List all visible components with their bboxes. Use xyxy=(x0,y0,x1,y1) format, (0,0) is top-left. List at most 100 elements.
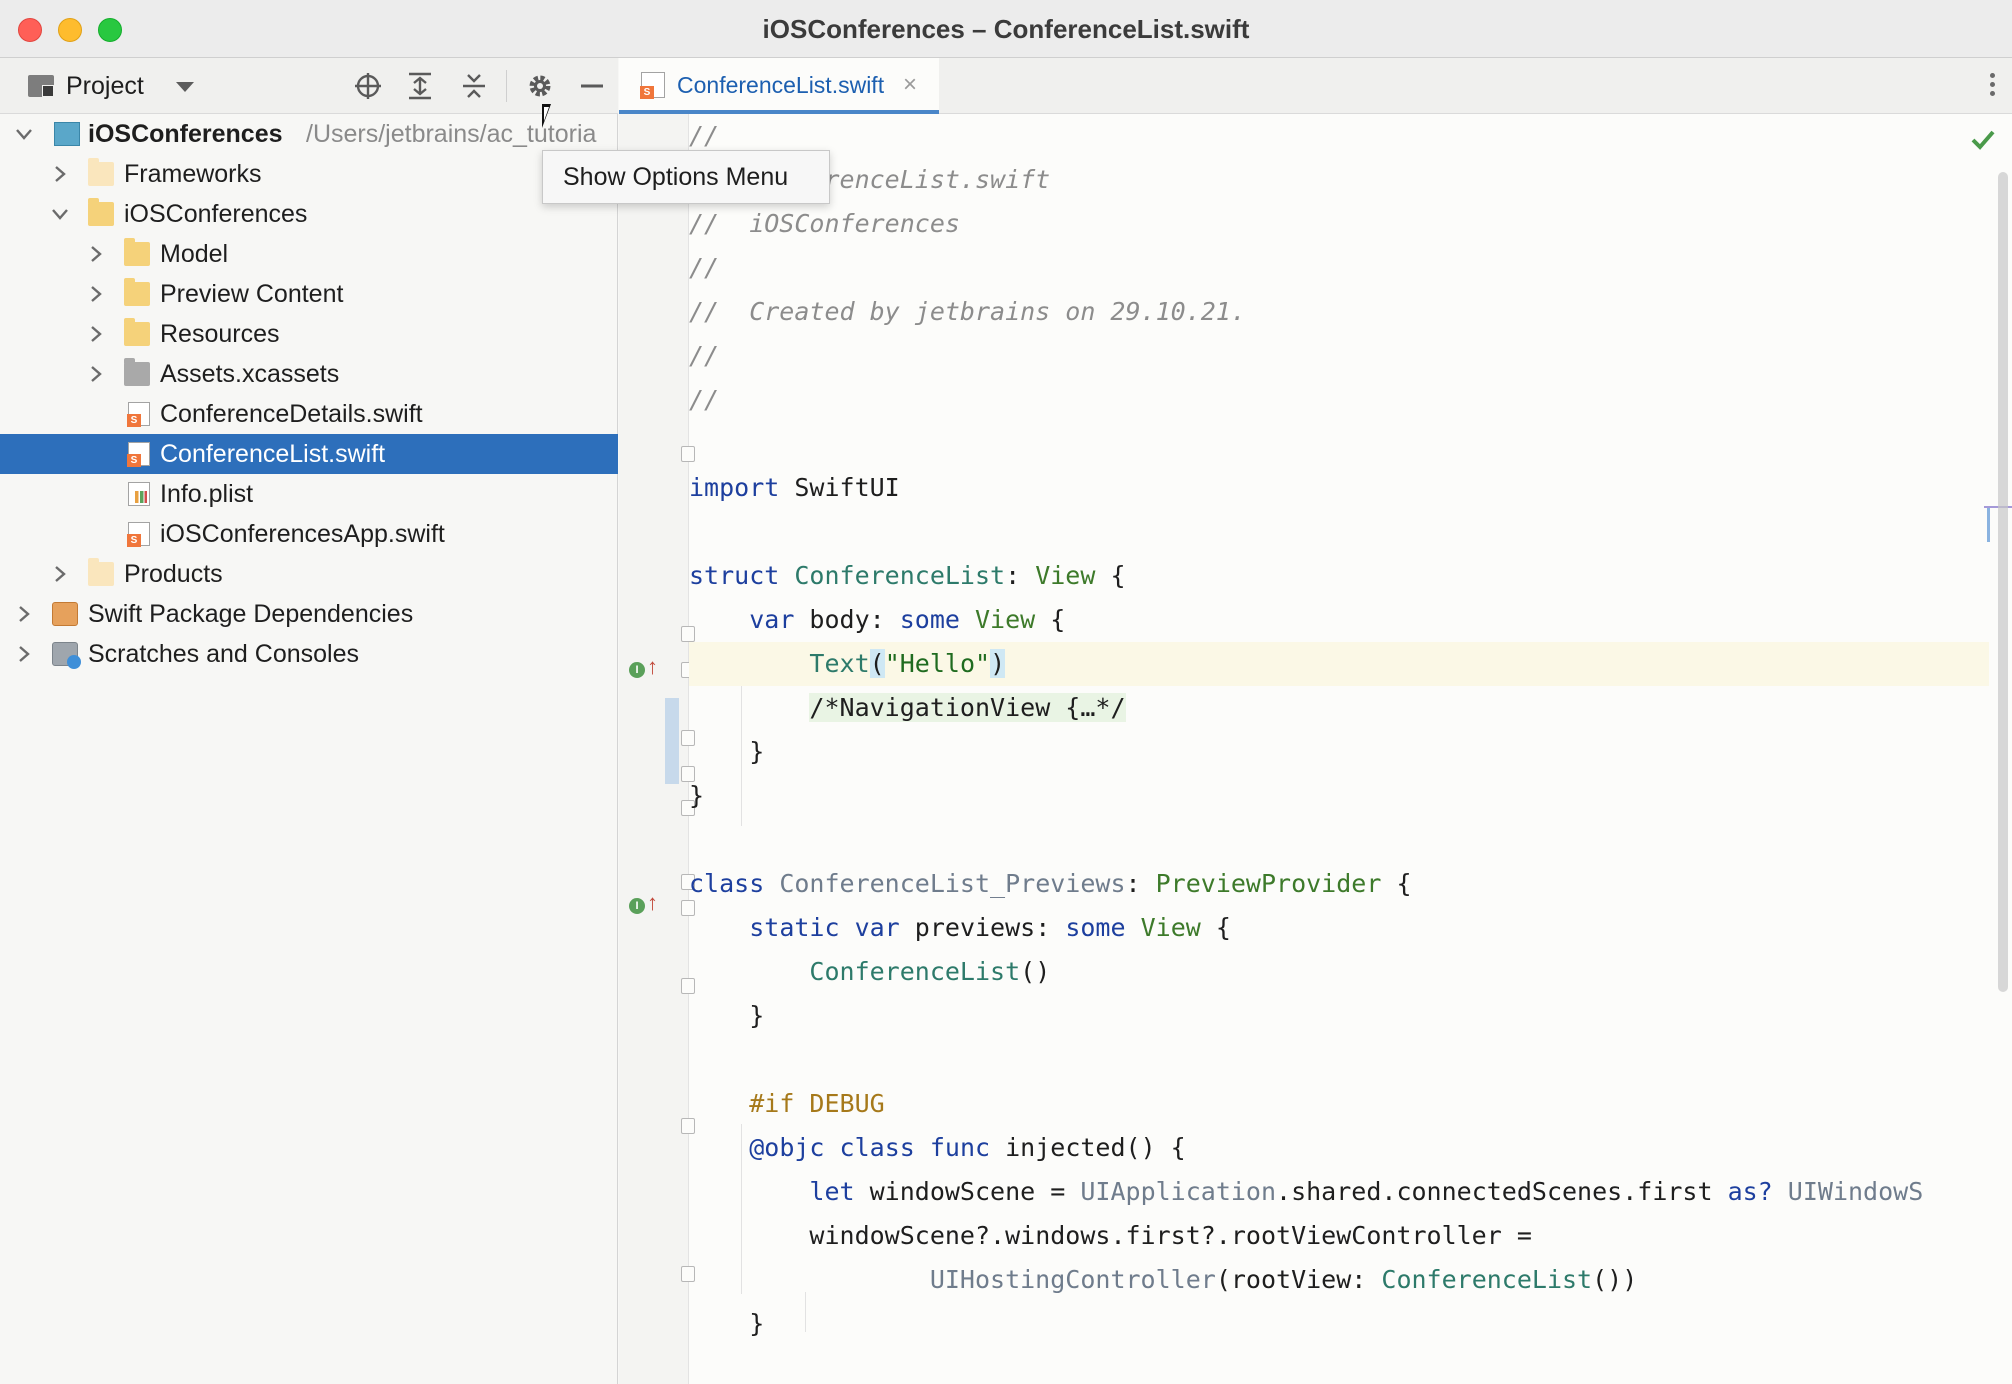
plist-file-icon xyxy=(128,482,150,506)
code-line: // iOSConferences xyxy=(689,209,960,238)
code-editor: ConferenceList.swift × I ↑ I ↑ // // Con… xyxy=(619,58,2012,1384)
chevron-right-icon[interactable] xyxy=(84,242,108,266)
chevron-right-icon[interactable] xyxy=(12,642,36,666)
code-line: import SwiftUI xyxy=(689,473,900,502)
tree-item-label: iOSConferences xyxy=(88,120,283,148)
code-line: struct ConferenceList: View { xyxy=(689,561,1126,590)
expand-all-icon[interactable] xyxy=(404,70,436,102)
editor-tab-bar: ConferenceList.swift × xyxy=(619,58,2012,114)
scratches-icon xyxy=(52,642,81,669)
tree-item-iosconferences-folder[interactable]: iOSConferences xyxy=(0,194,618,234)
chevron-down-icon[interactable] xyxy=(48,202,72,226)
tree-item-label: Scratches and Consoles xyxy=(88,640,359,668)
code-line: // ConferenceList.swift xyxy=(689,165,1051,194)
error-stripe-marker[interactable] xyxy=(1987,506,1990,542)
code-line: // xyxy=(689,385,720,414)
override-arrow-icon: ↑ xyxy=(647,654,658,679)
swift-file-icon xyxy=(640,72,665,99)
implements-icon[interactable]: I xyxy=(629,662,645,678)
code-line: } xyxy=(689,781,705,810)
tree-item-project-root[interactable]: iOSConferences /Users/jetbrains/ac_tutor… xyxy=(0,114,618,154)
code-line: // xyxy=(689,341,720,370)
folded-region[interactable]: /*NavigationView {…*/ xyxy=(809,693,1126,722)
chevron-right-icon[interactable] xyxy=(84,322,108,346)
asset-catalog-icon xyxy=(124,358,150,386)
tree-item-app-swift[interactable]: iOSConferencesApp.swift xyxy=(0,514,618,554)
tree-item-label: Model xyxy=(160,240,229,268)
project-toolbar: Project xyxy=(0,58,618,114)
project-view-selector[interactable]: Project xyxy=(66,72,144,101)
tree-item-conference-details[interactable]: ConferenceDetails.swift xyxy=(0,394,618,434)
project-view-icon xyxy=(28,75,54,97)
tree-item-assets[interactable]: Assets.xcassets xyxy=(0,354,618,394)
folder-icon xyxy=(88,198,114,226)
chevron-right-icon[interactable] xyxy=(48,562,72,586)
code-line: ConferenceList() xyxy=(809,957,1051,986)
tree-item-label: iOSConferences xyxy=(124,200,308,228)
close-icon[interactable]: × xyxy=(903,71,917,99)
window-titlebar: iOSConferences – ConferenceList.swift xyxy=(0,0,2012,58)
code-line: windowScene?.windows.first?.rootViewCont… xyxy=(809,1221,1532,1250)
editor-gutter[interactable]: I ↑ I ↑ xyxy=(619,114,695,1384)
tree-item-label: iOSConferencesApp.swift xyxy=(160,520,445,548)
chevron-down-icon[interactable] xyxy=(176,82,194,92)
tree-item-label: Assets.xcassets xyxy=(160,360,340,388)
tree-item-preview-content[interactable]: Preview Content xyxy=(0,274,618,314)
gear-icon[interactable] xyxy=(524,70,556,102)
mouse-cursor-icon xyxy=(542,104,551,128)
code-text-area[interactable]: // // ConferenceList.swift // iOSConfere… xyxy=(689,114,1989,1384)
tree-item-label: Swift Package Dependencies xyxy=(88,600,414,628)
locate-file-icon[interactable] xyxy=(352,70,384,102)
tree-item-resources[interactable]: Resources xyxy=(0,314,618,354)
tab-conference-list[interactable]: ConferenceList.swift × xyxy=(619,58,939,114)
folder-icon xyxy=(124,318,150,346)
tree-item-label: Info.plist xyxy=(160,480,254,508)
more-options-icon[interactable] xyxy=(1986,70,1998,102)
window-title: iOSConferences – ConferenceList.swift xyxy=(762,14,1250,44)
code-line: } xyxy=(749,1309,765,1338)
swift-file-icon xyxy=(127,402,150,427)
tree-item-label: ConferenceDetails.swift xyxy=(160,400,423,428)
code-line: // Created by jetbrains on 29.10.21. xyxy=(689,297,1246,326)
collapse-all-icon[interactable] xyxy=(458,70,490,102)
folder-icon xyxy=(88,158,114,186)
chevron-right-icon[interactable] xyxy=(12,602,36,626)
tree-item-label: Products xyxy=(124,560,223,588)
swift-file-icon xyxy=(127,442,150,467)
tree-item-scratches[interactable]: Scratches and Consoles xyxy=(0,634,618,674)
checkmark-icon[interactable] xyxy=(1968,124,1998,154)
chevron-right-icon[interactable] xyxy=(48,162,72,186)
chevron-right-icon[interactable] xyxy=(84,362,108,386)
code-line: let windowScene = UIApplication.shared.c… xyxy=(809,1177,1924,1206)
tree-item-frameworks[interactable]: Frameworks xyxy=(0,154,618,194)
swift-file-icon xyxy=(127,522,150,547)
code-line: } xyxy=(749,1001,765,1030)
vertical-scrollbar[interactable] xyxy=(1998,172,2008,992)
tree-item-package-dependencies[interactable]: Swift Package Dependencies xyxy=(0,594,618,634)
folder-icon xyxy=(124,238,150,266)
code-line: // xyxy=(689,121,720,150)
hide-panel-icon[interactable] xyxy=(576,70,608,102)
chevron-down-icon[interactable] xyxy=(12,122,36,146)
implements-icon[interactable]: I xyxy=(629,898,645,914)
code-line: } xyxy=(749,737,765,766)
project-path: /Users/jetbrains/ac_tutoria xyxy=(306,120,597,148)
code-line: /*NavigationView {…*/ xyxy=(689,686,1989,730)
code-line: @objc class func injected() { xyxy=(749,1133,1186,1162)
code-line: var body: some View { xyxy=(749,605,1066,634)
change-marker xyxy=(665,698,679,784)
tree-item-info-plist[interactable]: Info.plist xyxy=(0,474,618,514)
tree-item-label: ConferenceList.swift xyxy=(160,440,386,468)
project-icon xyxy=(54,122,80,146)
toolbar-separator xyxy=(506,70,507,102)
code-line: #if DEBUG xyxy=(749,1089,885,1118)
tree-item-label: Preview Content xyxy=(160,280,344,308)
code-line: // xyxy=(689,253,720,282)
chevron-right-icon[interactable] xyxy=(84,282,108,306)
tree-item-products[interactable]: Products xyxy=(0,554,618,594)
code-line-current: Text("Hello") xyxy=(689,642,1989,686)
tree-item-conference-list[interactable]: ConferenceList.swift xyxy=(0,434,618,474)
tree-item-label: Frameworks xyxy=(124,160,262,188)
code-line: static var previews: some View { xyxy=(749,913,1231,942)
tree-item-model[interactable]: Model xyxy=(0,234,618,274)
